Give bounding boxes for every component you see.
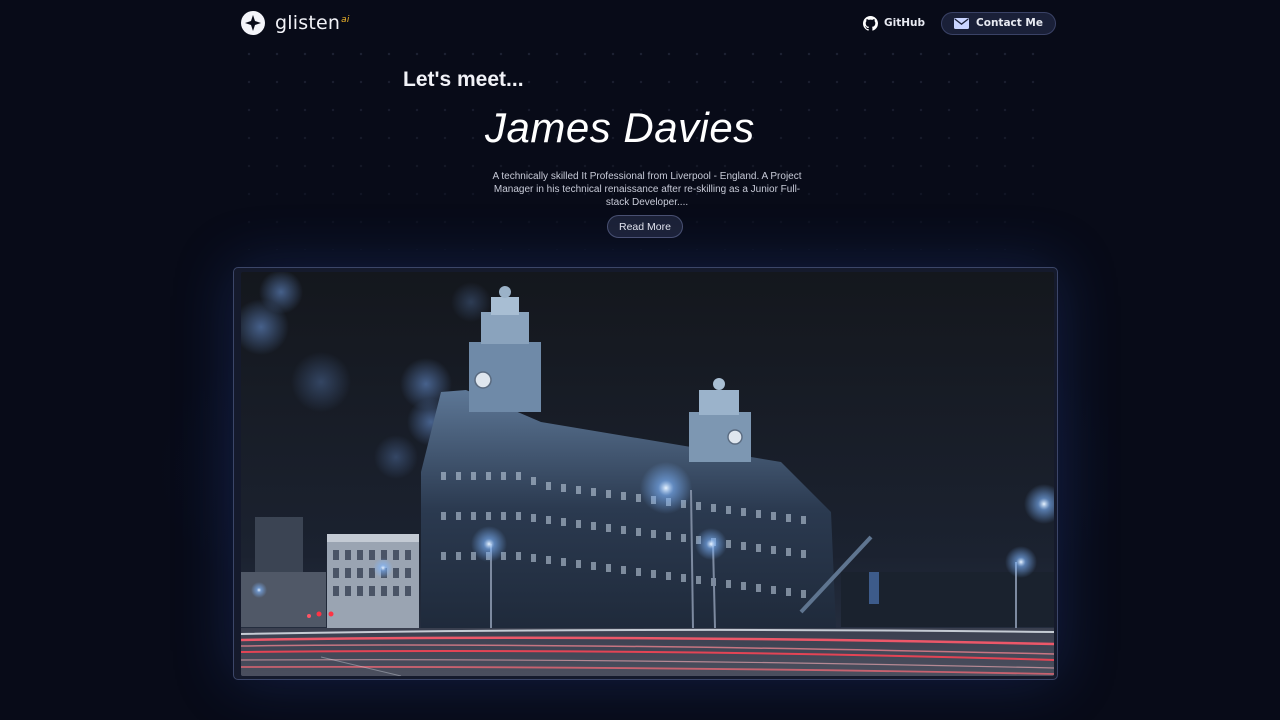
nav-actions: GitHub Contact Me — [863, 11, 1056, 35]
brand-suffix: ai — [341, 14, 350, 25]
github-icon — [863, 15, 879, 31]
hero-name: James Davies — [485, 104, 755, 151]
github-label: GitHub — [884, 17, 926, 29]
brand-logo[interactable]: glistenai — [240, 10, 350, 36]
brand-name: glistenai — [275, 12, 350, 34]
page: glistenai GitHub Contact Me Let's meet..… — [0, 0, 1280, 720]
intro-heading: Let's meet... — [403, 68, 524, 91]
hero-bio: A technically skilled It Professional fr… — [492, 171, 802, 208]
sparkle-logo-icon — [241, 11, 265, 35]
read-more-button[interactable]: Read More — [607, 215, 683, 238]
top-nav: glistenai GitHub Contact Me — [240, 8, 1056, 38]
liverpool-night-photo — [241, 272, 1054, 676]
contact-button[interactable]: Contact Me — [941, 11, 1056, 35]
mail-icon — [954, 17, 970, 29]
hero-image-card — [233, 267, 1058, 680]
github-link[interactable]: GitHub — [863, 15, 926, 31]
photo-illustration — [241, 272, 1054, 676]
contact-label: Contact Me — [976, 17, 1043, 29]
